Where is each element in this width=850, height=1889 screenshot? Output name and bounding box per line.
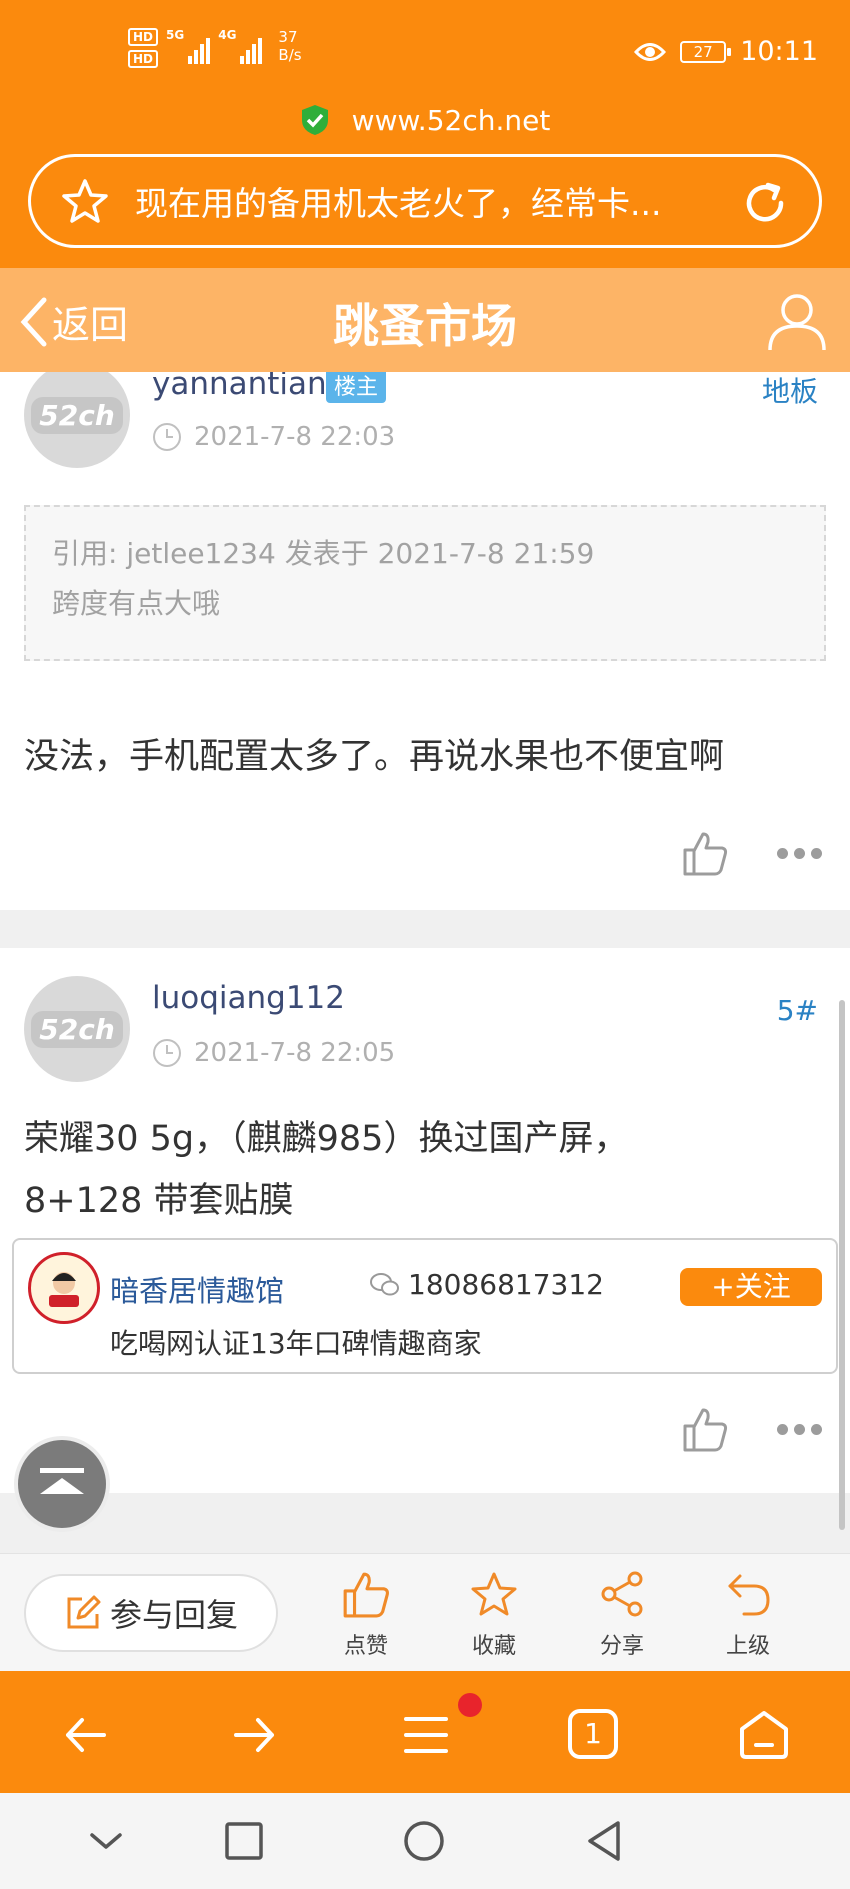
quote-text: 跨度有点大哦 xyxy=(52,587,221,620)
post-content: 没法，手机配置太多了。再说水果也不便宜啊 xyxy=(24,726,724,788)
star-outline-icon[interactable] xyxy=(61,177,109,225)
reply-button[interactable]: 参与回复 xyxy=(24,1574,278,1652)
chevron-down-icon[interactable] xyxy=(84,1819,128,1863)
post-content-line: 没法，手机配置太多了。再说水果也不便宜啊 xyxy=(24,737,725,777)
eye-icon xyxy=(634,42,667,61)
scroll-top-icon xyxy=(40,1468,84,1494)
signal1-label: 5G xyxy=(166,28,185,42)
browser-nav: 1 xyxy=(0,1671,850,1793)
signal2-label: 4G xyxy=(218,28,237,42)
shop-name[interactable]: 暗香居情趣馆 xyxy=(110,1268,284,1310)
star-outline-icon xyxy=(471,1572,517,1616)
shop-logo-icon xyxy=(28,1252,100,1324)
avatar[interactable]: 52ch xyxy=(24,976,130,1082)
url-text: www.52ch.net xyxy=(351,103,551,137)
share-icon xyxy=(601,1571,643,1617)
follow-button[interactable]: +关注 xyxy=(680,1268,822,1306)
system-nav xyxy=(0,1793,850,1889)
share-button[interactable]: 分享 xyxy=(572,1570,672,1660)
back-triangle-icon[interactable] xyxy=(582,1819,626,1863)
status-right: 27 10:11 xyxy=(634,36,818,67)
quote-source: 引用: jetlee1234 发表于 2021-7-8 21:59 xyxy=(52,537,595,570)
floor-label: 地板 xyxy=(761,375,818,408)
hd-indicators: HD HD xyxy=(128,28,159,68)
ad-card[interactable]: 暗香居情趣馆 18086817312 +关注 吃喝网认证13年口碑情趣商家 xyxy=(12,1238,838,1374)
menu-icon[interactable] xyxy=(400,1709,452,1761)
thumbs-up-icon[interactable] xyxy=(681,830,729,876)
shop-description: 吃喝网认证13年口碑情趣商家 xyxy=(110,1327,482,1360)
recent-apps-icon[interactable] xyxy=(222,1819,266,1863)
favorite-label: 收藏 xyxy=(471,1634,516,1659)
speed-value: 37 xyxy=(278,28,298,46)
clock-icon xyxy=(153,1039,181,1067)
signal-5g-icon: 5G xyxy=(166,28,211,64)
arrow-right-icon[interactable] xyxy=(228,1709,280,1761)
post-time: 2021-7-8 22:05 xyxy=(152,1038,395,1068)
hd-indicator-2: HD xyxy=(128,50,159,68)
undo-arrow-icon xyxy=(728,1574,770,1616)
url-bar[interactable]: www.52ch.net xyxy=(0,90,850,150)
more-icon[interactable] xyxy=(777,847,822,859)
avatar-logo-text: 52ch xyxy=(31,396,123,434)
signal-4g-icon: 4G xyxy=(218,28,263,64)
post-time: 2021-7-8 22:03 xyxy=(152,422,395,452)
battery-indicator: 27 xyxy=(680,40,732,63)
tabs-button[interactable]: 1 xyxy=(568,1709,618,1759)
thumbs-up-icon xyxy=(343,1572,389,1618)
post-content-line: 荣耀30 5g，（麒麟985）换过国产屏， xyxy=(24,1119,629,1159)
username[interactable]: luoqiang112 xyxy=(152,980,345,1016)
hd-indicator-1: HD xyxy=(128,28,159,46)
refresh-icon[interactable] xyxy=(741,179,789,227)
network-speed: 37 B/s xyxy=(278,28,301,64)
shop-phone[interactable]: 18086817312 xyxy=(370,1268,604,1301)
search-text: 现在用的备用机太老火了，经常卡... xyxy=(135,184,662,223)
share-label: 分享 xyxy=(599,1634,644,1659)
post-actions xyxy=(681,1406,822,1452)
search-area: 现在用的备用机太老火了，经常卡... xyxy=(0,150,850,268)
clock-icon xyxy=(153,423,181,451)
scroll-to-top-button[interactable] xyxy=(14,1436,110,1532)
post-item: 52ch yannantian 楼主 地板 2021-7-8 22:03 引用:… xyxy=(0,350,850,910)
avatar-logo-text: 52ch xyxy=(31,1010,123,1048)
up-level-label: 上级 xyxy=(725,1634,770,1659)
status-left: HD HD 5G 4G 37 B/s xyxy=(128,28,302,68)
post-time-text: 2021-7-8 22:05 xyxy=(194,1038,396,1068)
user-icon[interactable] xyxy=(766,290,828,352)
shop-phone-text: 18086817312 xyxy=(408,1268,604,1301)
quote-block: 引用: jetlee1234 发表于 2021-7-8 21:59 跨度有点大哦 xyxy=(24,505,826,661)
like-button[interactable]: 点赞 xyxy=(316,1570,416,1660)
page-title-pill[interactable]: 现在用的备用机太老火了，经常卡... xyxy=(28,154,822,248)
edit-icon xyxy=(67,1595,101,1629)
thumbs-up-icon[interactable] xyxy=(681,1406,729,1452)
page-title: 跳蚤市场 xyxy=(333,299,517,353)
wechat-icon xyxy=(370,1272,399,1295)
home-icon[interactable] xyxy=(738,1709,790,1761)
home-circle-icon[interactable] xyxy=(402,1819,446,1863)
scrollbar[interactable] xyxy=(839,1000,845,1530)
favorite-button[interactable]: 收藏 xyxy=(444,1570,544,1660)
post-time-text: 2021-7-8 22:03 xyxy=(194,422,396,452)
clock: 10:11 xyxy=(740,36,818,67)
notification-dot xyxy=(458,1693,482,1717)
post-content-line: 8+128 带套贴膜 xyxy=(24,1181,294,1221)
more-icon[interactable] xyxy=(777,1423,822,1435)
reply-label: 参与回复 xyxy=(109,1596,238,1634)
shield-check-icon xyxy=(301,105,328,135)
status-bar: HD HD 5G 4G 37 B/s 27 10:11 xyxy=(0,0,850,90)
page-header: 返回 跳蚤市场 xyxy=(0,268,850,372)
arrow-left-icon[interactable] xyxy=(60,1709,112,1761)
like-label: 点赞 xyxy=(343,1634,388,1659)
speed-unit: B/s xyxy=(278,46,302,64)
post-item: 52ch luoqiang112 5# 2021-7-8 22:05 荣耀30 … xyxy=(0,948,850,1493)
post-actions xyxy=(681,830,822,876)
avatar[interactable]: 52ch xyxy=(24,362,130,468)
reply-toolbar: 参与回复 点赞 收藏 分享 上级 xyxy=(0,1553,850,1671)
host-badge: 楼主 xyxy=(326,367,387,403)
post-content: 荣耀30 5g，（麒麟985）换过国产屏， 8+128 带套贴膜 xyxy=(24,1108,628,1232)
up-level-button[interactable]: 上级 xyxy=(698,1570,798,1660)
floor-label: 5# xyxy=(776,994,818,1027)
